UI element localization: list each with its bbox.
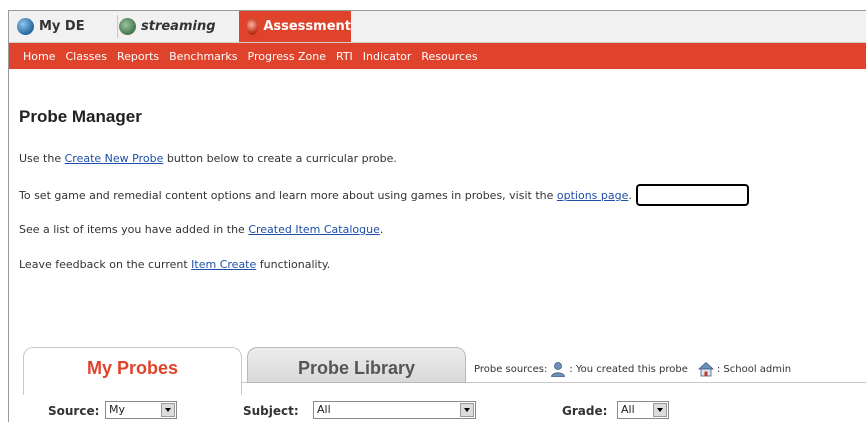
highlight-box: [636, 184, 749, 206]
tab-my-de-label: My DE: [39, 19, 85, 34]
item-create-link[interactable]: Item Create: [191, 258, 256, 271]
line3-post: .: [379, 223, 384, 236]
nav-classes[interactable]: Classes: [65, 50, 106, 63]
instruction-create-probe: Use the Create New Probe button below to…: [19, 152, 397, 165]
tab-assessment[interactable]: Assessment: [239, 11, 351, 42]
streaming-icon: [119, 18, 136, 35]
source-filter-label: Source:: [48, 404, 100, 418]
create-new-probe-link[interactable]: Create New Probe: [65, 152, 164, 165]
tab-divider: [117, 15, 118, 38]
nav-home[interactable]: Home: [23, 50, 55, 63]
source-select-value: My: [109, 403, 126, 416]
probe-sources-label: Probe sources:: [474, 363, 548, 375]
tab-probe-library-label: Probe Library: [297, 358, 416, 378]
assessment-icon: [247, 18, 259, 35]
grade-select[interactable]: All: [617, 401, 669, 419]
tab-assessment-label: Assessment: [263, 19, 351, 34]
page-title: Probe Manager: [19, 107, 142, 126]
tab-my-de[interactable]: My DE: [17, 11, 117, 42]
line1-post: button below to create a curricular prob…: [163, 152, 397, 165]
subject-filter-label: Subject:: [243, 404, 299, 418]
nav-benchmarks[interactable]: Benchmarks: [169, 50, 237, 63]
school-icon: [697, 361, 714, 377]
nav-indicator[interactable]: Indicator: [363, 50, 412, 63]
chevron-down-icon: [161, 403, 175, 417]
nav-progress-zone[interactable]: Progress Zone: [248, 50, 326, 63]
app-window: My DE streaming Assessment Home Classes …: [8, 10, 866, 422]
product-tab-bar: My DE streaming Assessment: [9, 11, 866, 43]
instruction-options: To set game and remedial content options…: [19, 189, 632, 202]
chevron-down-icon: [653, 403, 667, 417]
you-created-label: : You created this probe: [569, 363, 688, 375]
source-select[interactable]: My: [105, 401, 177, 419]
instruction-catalogue: See a list of items you have added in th…: [19, 223, 383, 236]
options-page-link[interactable]: options page: [557, 189, 628, 202]
probe-sources-legend: Probe sources: : You created this probe …: [474, 361, 791, 377]
grade-filter-label: Grade:: [562, 404, 608, 418]
subject-select[interactable]: All: [313, 401, 476, 419]
line1-pre: Use the: [19, 152, 65, 165]
instruction-feedback: Leave feedback on the current Item Creat…: [19, 258, 330, 271]
school-admin-label: : School admin: [716, 363, 792, 375]
tab-probe-library[interactable]: Probe Library: [247, 347, 466, 383]
subject-select-value: All: [317, 403, 331, 416]
tab-streaming-label: streaming: [141, 19, 216, 34]
chevron-down-icon: [460, 403, 474, 417]
user-icon: [550, 361, 566, 377]
line4-pre: Leave feedback on the current: [19, 258, 192, 271]
tab-my-probes-label: My Probes: [86, 358, 179, 378]
globe-icon: [17, 18, 34, 35]
grade-select-value: All: [621, 403, 635, 416]
line3-pre: See a list of items you have added in th…: [19, 223, 249, 236]
tab-my-probes[interactable]: My Probes: [23, 347, 242, 395]
nav-rti[interactable]: RTI: [336, 50, 353, 63]
line2-pre: To set game and remedial content options…: [19, 189, 557, 202]
created-item-catalogue-link[interactable]: Created Item Catalogue: [248, 223, 380, 236]
line4-post: functionality.: [256, 258, 331, 271]
tab-streaming[interactable]: streaming: [119, 11, 239, 42]
main-nav: Home Classes Reports Benchmarks Progress…: [9, 43, 866, 69]
nav-resources[interactable]: Resources: [421, 50, 477, 63]
nav-reports[interactable]: Reports: [117, 50, 159, 63]
line2-post: .: [628, 189, 632, 202]
